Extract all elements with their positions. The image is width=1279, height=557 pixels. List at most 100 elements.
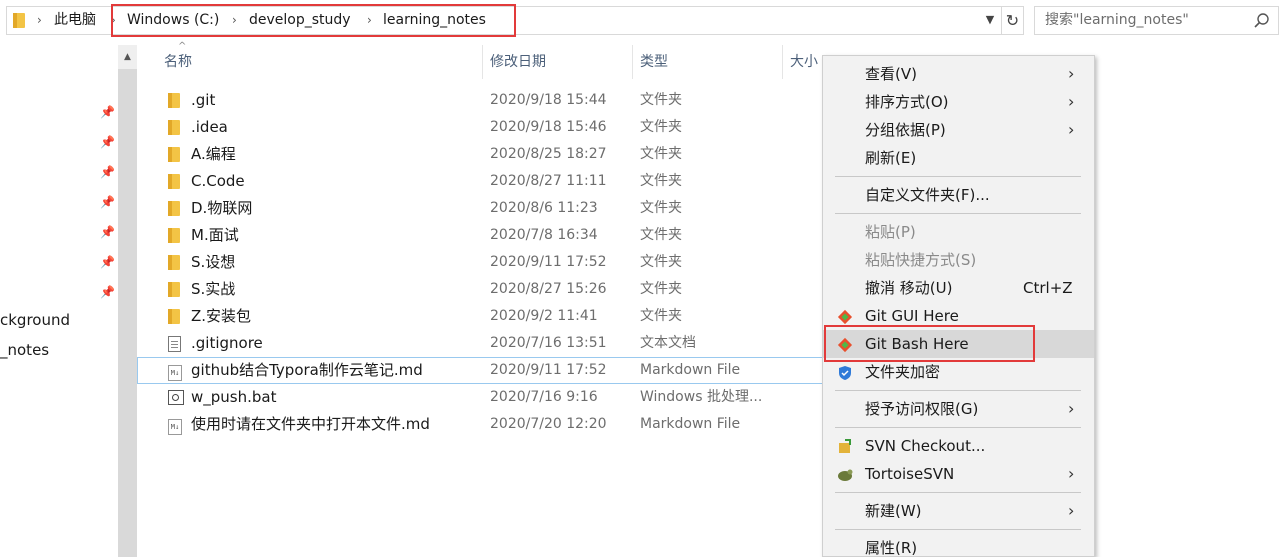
file-name: M.面试 <box>191 226 239 244</box>
file-date: 2020/7/20 12:20 <box>490 416 607 432</box>
text-file-icon <box>168 336 181 356</box>
menu-item-folder-encrypt[interactable]: 文件夹加密 <box>823 358 1094 386</box>
pin-icon: 📌 <box>100 195 115 209</box>
markdown-file-icon: M↓ <box>168 363 182 381</box>
nav-item-notes[interactable]: _notes <box>0 341 49 359</box>
scroll-up-icon[interactable]: ▲ <box>118 45 137 69</box>
chevron-right-icon: › <box>1068 501 1075 520</box>
pin-icon: 📌 <box>100 285 115 299</box>
menu-item-undo-move[interactable]: 撤消 移动(U) Ctrl+Z <box>823 274 1094 302</box>
file-row[interactable]: .idea 2020/9/18 15:46 文件夹 <box>137 114 837 141</box>
file-type: Markdown File <box>640 416 741 432</box>
file-row[interactable]: A.编程 2020/8/25 18:27 文件夹 <box>137 141 837 168</box>
file-type: 文件夹 <box>640 281 682 297</box>
menu-item-refresh[interactable]: 刷新(E) <box>823 144 1094 172</box>
file-type: 文件夹 <box>640 308 682 324</box>
menu-item-view[interactable]: 查看(V) › <box>823 60 1094 88</box>
column-headers: 名称 修改日期 类型 大小 <box>137 45 837 79</box>
file-date: 2020/7/8 16:34 <box>490 227 598 243</box>
file-name: D.物联网 <box>191 199 253 217</box>
chevron-right-icon: › <box>1068 464 1075 483</box>
file-row[interactable]: C.Code 2020/8/27 11:11 文件夹 <box>137 168 837 195</box>
file-type: 文件夹 <box>640 119 682 135</box>
file-type: 文件夹 <box>640 227 682 243</box>
menu-item-sort[interactable]: 排序方式(O) › <box>823 88 1094 116</box>
menu-item-properties[interactable]: 属性(R) <box>823 534 1094 557</box>
chevron-down-icon[interactable]: ▼ <box>980 6 1000 33</box>
address-highlight-box <box>111 4 516 37</box>
search-field[interactable]: 搜索"learning_notes" <box>1034 6 1279 35</box>
chevron-right-icon: › <box>1068 120 1075 139</box>
folder-icon <box>168 120 180 139</box>
file-row[interactable]: .git 2020/9/18 15:44 文件夹 <box>137 87 837 114</box>
menu-item-paste: 粘贴(P) <box>865 223 916 241</box>
pin-icon: 📌 <box>100 255 115 269</box>
file-date: 2020/9/11 17:52 <box>490 254 607 270</box>
undo-shortcut: Ctrl+Z <box>1023 279 1073 297</box>
file-name: .idea <box>191 118 228 136</box>
nav-scrollbar[interactable] <box>118 45 137 557</box>
shield-icon <box>839 366 851 380</box>
file-row[interactable]: S.设想 2020/9/11 17:52 文件夹 <box>137 249 837 276</box>
refresh-icon[interactable]: ↻ <box>1002 6 1024 35</box>
menu-separator <box>835 529 1081 530</box>
breadcrumb-this-pc[interactable]: 此电脑 <box>54 7 96 34</box>
menu-item-group[interactable]: 分组依据(P) › <box>823 116 1094 144</box>
column-header-name[interactable]: 名称 <box>137 45 483 79</box>
file-row[interactable]: .gitignore 2020/7/16 13:51 文本文档 <box>137 330 837 357</box>
file-type: Windows 批处理... <box>640 389 763 405</box>
file-name: S.实战 <box>191 280 236 298</box>
file-type: 文本文档 <box>640 335 696 351</box>
file-date: 2020/7/16 13:51 <box>490 335 607 351</box>
file-name: Z.安装包 <box>191 307 252 325</box>
chevron-right-icon: › <box>1068 399 1075 418</box>
file-date: 2020/8/25 18:27 <box>490 146 607 162</box>
sort-ascending-icon: ^ <box>178 41 187 52</box>
chevron-right-icon[interactable]: › <box>37 7 42 34</box>
menu-item-grant-access[interactable]: 授予访问权限(G) › <box>823 395 1094 423</box>
column-header-date[interactable]: 修改日期 <box>463 45 633 79</box>
folder-icon <box>168 309 180 328</box>
column-header-type[interactable]: 类型 <box>613 45 783 79</box>
file-row[interactable]: M↓ 使用时请在文件夹中打开本文件.md 2020/7/20 12:20 Markdo… <box>137 411 837 438</box>
menu-item-svn-checkout[interactable]: SVN Checkout... <box>823 432 1094 460</box>
svn-checkout-icon <box>839 439 851 453</box>
folder-icon <box>168 174 180 193</box>
file-row[interactable]: M↓ github结合Typora制作云笔记.md 2020/9/11 17:52 M… <box>137 357 837 384</box>
file-name: 使用时请在文件夹中打开本文件.md <box>191 415 430 433</box>
menu-item-tortoise-svn[interactable]: TortoiseSVN › <box>823 460 1094 488</box>
pin-icon: 📌 <box>100 165 115 179</box>
git-bash-highlight-box <box>824 325 1035 362</box>
pin-icon: 📌 <box>100 225 115 239</box>
nav-item-background[interactable]: ckground <box>0 311 70 329</box>
batch-file-icon <box>168 390 184 409</box>
menu-separator <box>835 213 1081 214</box>
file-name: C.Code <box>191 172 245 190</box>
file-name: S.设想 <box>191 253 236 271</box>
file-date: 2020/8/27 15:26 <box>490 281 607 297</box>
file-date: 2020/9/18 15:46 <box>490 119 607 135</box>
menu-item-customize-folder[interactable]: 自定义文件夹(F)... <box>823 181 1094 209</box>
folder-icon <box>168 228 180 247</box>
file-row[interactable]: S.实战 2020/8/27 15:26 文件夹 <box>137 276 837 303</box>
file-date: 2020/8/6 11:23 <box>490 200 598 216</box>
menu-item-paste-shortcut: 粘贴快捷方式(S) <box>865 251 977 269</box>
file-row[interactable]: D.物联网 2020/8/6 11:23 文件夹 <box>137 195 837 222</box>
file-row[interactable]: M.面试 2020/7/8 16:34 文件夹 <box>137 222 837 249</box>
file-name: .git <box>191 91 216 109</box>
folder-icon <box>13 13 25 28</box>
search-input[interactable]: 搜索"learning_notes" <box>1045 7 1189 34</box>
chevron-right-icon: › <box>1068 64 1075 83</box>
menu-separator <box>835 427 1081 428</box>
file-row[interactable]: Z.安装包 2020/9/2 11:41 文件夹 <box>137 303 837 330</box>
folder-icon <box>168 282 180 301</box>
file-type: Markdown File <box>640 362 741 378</box>
file-row[interactable]: w_push.bat 2020/7/16 9:16 Windows 批处理... <box>137 384 837 411</box>
pin-icon: 📌 <box>100 105 115 119</box>
folder-icon <box>168 201 180 220</box>
menu-item-new[interactable]: 新建(W) › <box>823 497 1094 525</box>
search-icon[interactable] <box>1253 12 1271 30</box>
menu-separator <box>835 390 1081 391</box>
file-type: 文件夹 <box>640 173 682 189</box>
navigation-pane: 📌 📌 📌 📌 📌 📌 📌 ckground _notes <box>0 45 118 557</box>
